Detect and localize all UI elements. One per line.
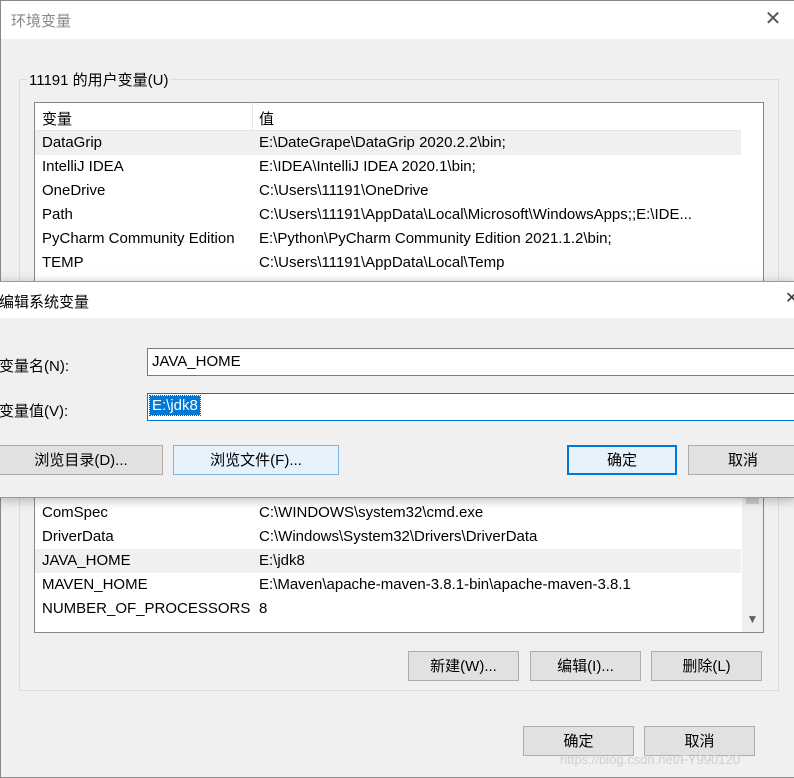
vertical-scrollbar[interactable]: ▼ [742, 496, 763, 632]
edit-button[interactable]: 编辑(I)... [530, 651, 641, 681]
list-item[interactable]: TEMP C:\Users\11191\AppData\Local\Temp [35, 251, 741, 275]
variable-value: C:\WINDOWS\system32\cmd.exe [259, 504, 484, 521]
variable-name-input-text: JAVA_HOME [152, 353, 241, 370]
dialog-title: 编辑系统变量 [0, 294, 90, 311]
variable-name: ComSpec [42, 504, 108, 521]
variable-name: IntelliJ IDEA [42, 158, 124, 175]
browse-file-button[interactable]: 浏览文件(F)... [173, 445, 339, 475]
window-title: 环境变量 [11, 13, 72, 30]
variable-value: E:\Maven\apache-maven-3.8.1-bin\apache-m… [259, 576, 631, 593]
watermark: https://blog.csdn.net/FY990120 [560, 752, 740, 767]
variable-name: DriverData [42, 528, 114, 545]
list-header: 变量 值 [35, 103, 741, 131]
variable-value: C:\Users\11191\OneDrive [259, 182, 429, 199]
variable-name-input[interactable]: JAVA_HOME [147, 348, 794, 376]
system-variables-list[interactable]: ComSpec C:\WINDOWS\system32\cmd.exe Driv… [34, 495, 764, 633]
user-variables-list[interactable]: 变量 值 DataGrip E:\DateGrape\DataGrip 2020… [34, 102, 764, 282]
chevron-down-icon[interactable]: ▼ [744, 610, 761, 628]
list-item[interactable]: DriverData C:\Windows\System32\Drivers\D… [35, 525, 741, 549]
variable-name: MAVEN_HOME [42, 576, 148, 593]
delete-button[interactable]: 删除(L) [651, 651, 762, 681]
variable-value: E:\DateGrape\DataGrip 2020.2.2\bin; [259, 134, 506, 151]
column-header-name[interactable]: 变量 [42, 108, 72, 129]
list-item[interactable]: PyCharm Community Edition E:\Python\PyCh… [35, 227, 741, 251]
list-item[interactable]: Path C:\Users\11191\AppData\Local\Micros… [35, 203, 741, 227]
list-item[interactable]: MAVEN_HOME E:\Maven\apache-maven-3.8.1-b… [35, 573, 741, 597]
list-item[interactable]: IntelliJ IDEA E:\IDEA\IntelliJ IDEA 2020… [35, 155, 741, 179]
variable-name: TEMP [42, 254, 84, 271]
browse-directory-button[interactable]: 浏览目录(D)... [0, 445, 163, 475]
variable-value-input-text: E:\jdk8 [149, 395, 201, 416]
list-item[interactable]: NUMBER_OF_PROCESSORS 8 [35, 597, 741, 621]
variable-value: C:\Users\11191\AppData\Local\Temp [259, 254, 505, 271]
dialog-titlebar: 编辑系统变量 ✕ [0, 282, 794, 318]
variable-value-label: 变量值(V): [0, 403, 69, 420]
variable-value: 8 [259, 600, 268, 617]
dialog-cancel-button[interactable]: 取消 [688, 445, 794, 475]
variable-value: E:\Python\PyCharm Community Edition 2021… [259, 230, 612, 247]
variable-name: DataGrip [42, 134, 103, 151]
variable-name: PyCharm Community Edition [42, 230, 235, 247]
close-icon[interactable]: ✕ [763, 8, 783, 30]
new-button[interactable]: 新建(W)... [408, 651, 519, 681]
window-titlebar: 环境变量 ✕ [1, 1, 794, 39]
variable-value: E:\jdk8 [259, 552, 305, 569]
user-variables-group-label: 11191 的用户变量(U) [27, 69, 171, 90]
dialog-ok-button[interactable]: 确定 [567, 445, 677, 475]
variable-value: C:\Windows\System32\Drivers\DriverData [259, 528, 538, 545]
list-item[interactable]: DataGrip E:\DateGrape\DataGrip 2020.2.2\… [35, 131, 741, 155]
variable-name: Path [42, 206, 73, 223]
variable-value: E:\IDEA\IntelliJ IDEA 2020.1\bin; [259, 158, 476, 175]
variable-name: JAVA_HOME [42, 552, 131, 569]
variable-name-label: 变量名(N): [0, 358, 69, 375]
list-item[interactable]: OneDrive C:\Users\11191\OneDrive [35, 179, 741, 203]
list-item[interactable]: ComSpec C:\WINDOWS\system32\cmd.exe [35, 501, 741, 525]
variable-value: C:\Users\11191\AppData\Local\Microsoft\W… [259, 206, 692, 223]
column-divider[interactable] [252, 103, 253, 130]
list-item[interactable]: JAVA_HOME E:\jdk8 [35, 549, 741, 573]
close-icon[interactable]: ✕ [785, 288, 794, 308]
variable-name: OneDrive [42, 182, 106, 199]
variable-value-input[interactable]: E:\jdk8 [147, 393, 794, 421]
edit-system-variable-dialog: 编辑系统变量 ✕ 变量名(N): JAVA_HOME 变量值(V): E:\jd… [0, 281, 794, 498]
variable-name: NUMBER_OF_PROCESSORS [42, 600, 251, 617]
column-header-value[interactable]: 值 [259, 108, 274, 129]
